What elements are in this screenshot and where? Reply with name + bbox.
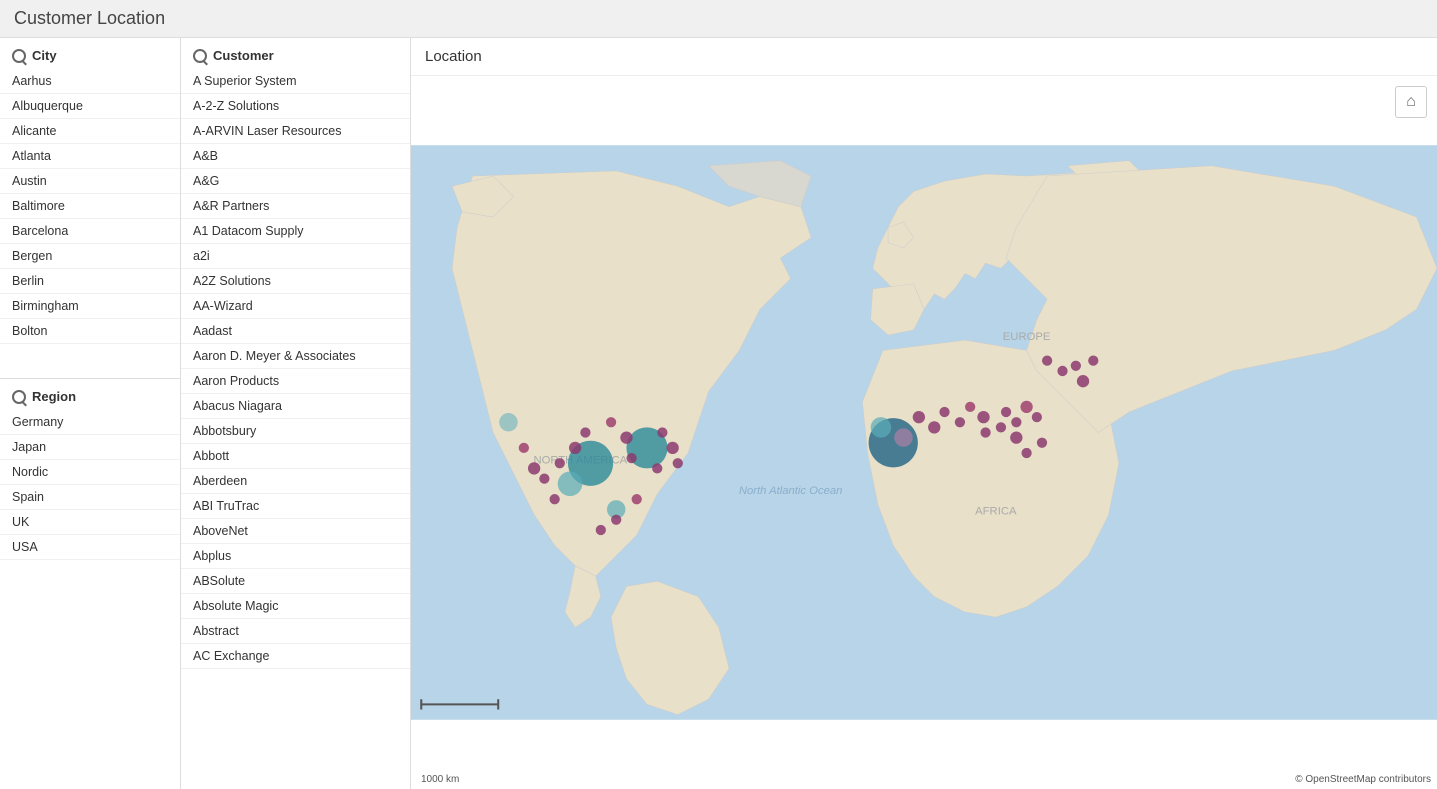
customer-list-item[interactable]: Abplus — [181, 544, 410, 569]
customer-list-item[interactable]: A&G — [181, 169, 410, 194]
customer-list-item[interactable]: ABSolute — [181, 569, 410, 594]
page-title: Customer Location — [0, 0, 1437, 38]
world-map-svg: NORTH AMERICA EUROPE AFRICA North Atlant… — [411, 76, 1437, 789]
customer-list-item[interactable]: ABI TruTrac — [181, 494, 410, 519]
customer-list-item[interactable]: AA-Wizard — [181, 294, 410, 319]
customer-list-item[interactable]: AboveNet — [181, 519, 410, 544]
city-list-item[interactable]: Aarhus — [0, 69, 180, 94]
customer-list-item[interactable]: a2i — [181, 244, 410, 269]
customer-search-icon — [193, 49, 207, 63]
customer-label: Customer — [213, 48, 274, 63]
customer-list-item[interactable]: Absolute Magic — [181, 594, 410, 619]
svg-text:North Atlantic Ocean: North Atlantic Ocean — [739, 485, 843, 497]
region-list-item[interactable]: Germany — [0, 410, 180, 435]
customer-list-item[interactable]: Abstract — [181, 619, 410, 644]
region-search-icon — [12, 390, 26, 404]
city-search-icon — [12, 49, 26, 63]
region-list-item[interactable]: Japan — [0, 435, 180, 460]
region-section-header: Region — [0, 379, 180, 410]
city-list[interactable]: AarhusAlbuquerqueAlicanteAtlantaAustinBa… — [0, 69, 180, 379]
city-list-item[interactable]: Atlanta — [0, 144, 180, 169]
customer-list-item[interactable]: AC Exchange — [181, 644, 410, 669]
city-label: City — [32, 48, 57, 63]
region-list[interactable]: GermanyJapanNordicSpainUKUSA — [0, 410, 180, 560]
city-list-item[interactable]: Bolton — [0, 319, 180, 344]
map-container[interactable]: NORTH AMERICA EUROPE AFRICA North Atlant… — [411, 76, 1437, 789]
customer-list-item[interactable]: A&R Partners — [181, 194, 410, 219]
customer-list-item[interactable]: A2Z Solutions — [181, 269, 410, 294]
city-list-item[interactable]: Birmingham — [0, 294, 180, 319]
city-list-item[interactable]: Austin — [0, 169, 180, 194]
region-list-item[interactable]: USA — [0, 535, 180, 560]
customer-list-item[interactable]: Aberdeen — [181, 469, 410, 494]
customer-list-item[interactable]: A1 Datacom Supply — [181, 219, 410, 244]
left-filter-panel: City AarhusAlbuquerqueAlicanteAtlantaAus… — [0, 38, 181, 789]
city-list-item[interactable]: Barcelona — [0, 219, 180, 244]
region-list-item[interactable]: UK — [0, 510, 180, 535]
customer-list-item[interactable]: A-ARVIN Laser Resources — [181, 119, 410, 144]
customer-list-item[interactable]: Abacus Niagara — [181, 394, 410, 419]
svg-text:AFRICA: AFRICA — [975, 506, 1017, 518]
region-label: Region — [32, 389, 76, 404]
customer-list-item[interactable]: A Superior System — [181, 69, 410, 94]
city-list-item[interactable]: Bergen — [0, 244, 180, 269]
region-list-item[interactable]: Spain — [0, 485, 180, 510]
customer-list-item[interactable]: Abbotsbury — [181, 419, 410, 444]
city-list-item[interactable]: Alicante — [0, 119, 180, 144]
customer-list-item[interactable]: A-2-Z Solutions — [181, 94, 410, 119]
city-list-item[interactable]: Albuquerque — [0, 94, 180, 119]
home-icon: ⌂ — [1406, 93, 1416, 111]
customer-list-item[interactable]: Aaron Products — [181, 369, 410, 394]
customer-list-item[interactable]: A&B — [181, 144, 410, 169]
customer-panel: Customer A Superior SystemA-2-Z Solution… — [181, 38, 411, 789]
svg-text:EUROPE: EUROPE — [1003, 331, 1051, 343]
map-panel: Location — [411, 38, 1437, 789]
map-title: Location — [411, 38, 1437, 76]
city-list-item[interactable]: Baltimore — [0, 194, 180, 219]
city-section-header: City — [0, 38, 180, 69]
customer-section-header: Customer — [181, 38, 410, 69]
home-button[interactable]: ⌂ — [1395, 86, 1427, 118]
customer-list-item[interactable]: Aaron D. Meyer & Associates — [181, 344, 410, 369]
region-section: Region GermanyJapanNordicSpainUKUSA — [0, 379, 180, 560]
customer-list-item[interactable]: Aadast — [181, 319, 410, 344]
map-attribution: © OpenStreetMap contributors — [1295, 774, 1431, 785]
region-list-item[interactable]: Nordic — [0, 460, 180, 485]
customer-list[interactable]: A Superior SystemA-2-Z SolutionsA-ARVIN … — [181, 69, 410, 789]
map-scale: 1000 km — [421, 774, 459, 785]
customer-list-item[interactable]: Abbott — [181, 444, 410, 469]
city-list-item[interactable]: Berlin — [0, 269, 180, 294]
